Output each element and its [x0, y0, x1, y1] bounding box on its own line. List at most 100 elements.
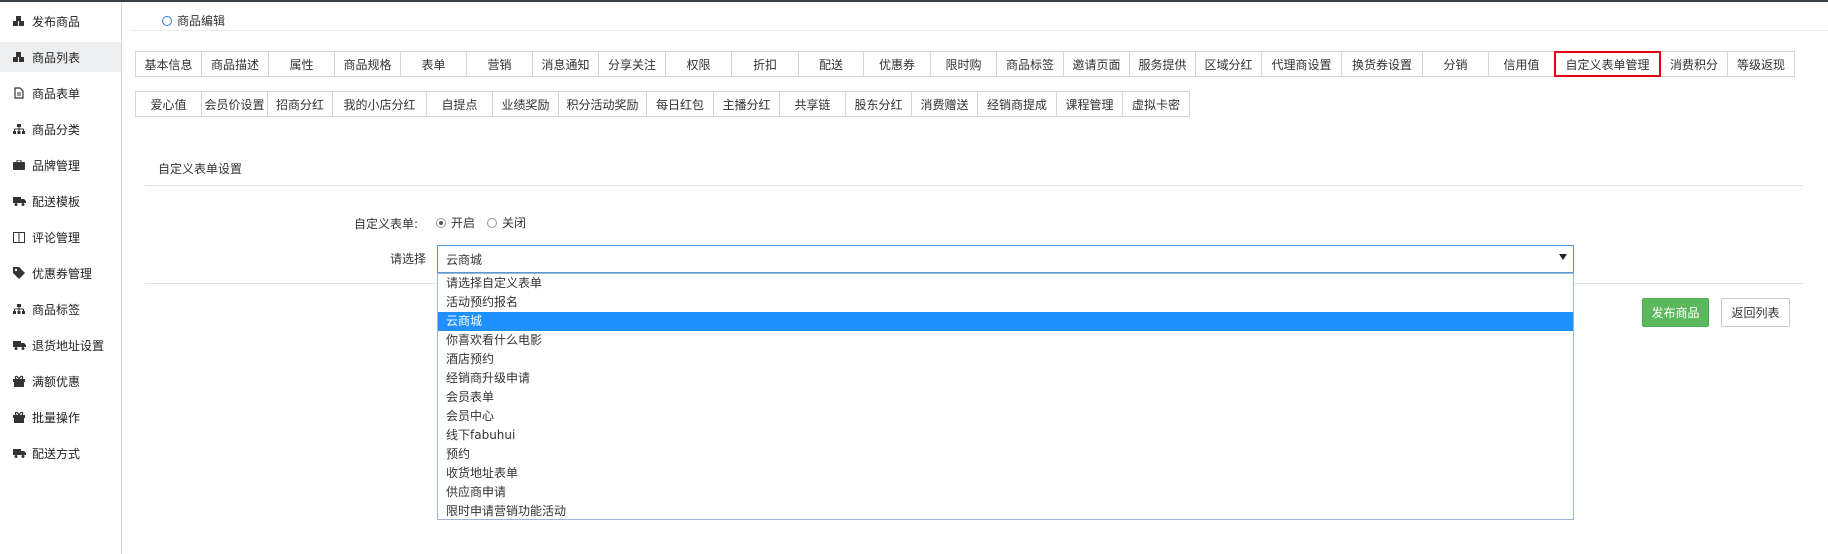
truck-icon: [12, 447, 26, 459]
select-option[interactable]: 经销商升级申请: [438, 369, 1573, 388]
radio-on-label[interactable]: 开启: [451, 214, 475, 231]
gift-icon: [12, 411, 26, 423]
tab-tabrow2-1[interactable]: 会员价设置: [201, 91, 268, 117]
section-divider: [145, 185, 1803, 186]
select-option[interactable]: 会员中心: [438, 407, 1573, 426]
sidebar-item-11[interactable]: 批量操作: [0, 402, 121, 432]
tab-tabrow1-8[interactable]: 权限: [665, 51, 732, 77]
tab-bar-row-2: 爱心值 会员价设置 招商分红 我的小店分红 自提点 业绩奖励 积分活动奖励 每日红包 主播分红共…: [135, 91, 1190, 117]
sidebar-item-label: 商品列表: [32, 50, 81, 65]
select-option[interactable]: 活动预约报名: [438, 293, 1573, 312]
briefcase-icon: [12, 159, 26, 171]
tab-tabrow2-14[interactable]: 虚拟卡密: [1122, 91, 1190, 117]
sidebar-item-12[interactable]: 配送方式: [0, 438, 121, 468]
truck-icon: [12, 195, 26, 207]
tab-tabrow2-7[interactable]: 每日红包: [646, 91, 714, 117]
select-option[interactable]: 云商城: [438, 312, 1573, 331]
tab-tabrow1-17[interactable]: 代理商设置: [1261, 51, 1342, 77]
tab-tabrow1-13[interactable]: 商品标签: [996, 51, 1064, 77]
sidebar: 发布商品商品列表商品表单商品分类品牌管理配送模板评论管理优惠券管理商品标签退货地…: [0, 2, 122, 554]
tab-tabrow1-10[interactable]: 配送: [798, 51, 864, 77]
sidebar-item-8[interactable]: 商品标签: [0, 294, 121, 324]
cubes-icon: [12, 15, 26, 27]
tab-tabrow2-12[interactable]: 经销商提成: [977, 91, 1057, 117]
radio-off[interactable]: [487, 217, 498, 228]
sidebar-item-label: 商品标签: [32, 302, 81, 317]
sidebar-item-label: 配送方式: [32, 446, 81, 461]
tab-tabrow1-6[interactable]: 消息通知: [532, 51, 599, 77]
select-option[interactable]: 收货地址表单: [438, 464, 1573, 483]
tab-tabrow2-2[interactable]: 招商分红: [267, 91, 333, 117]
select-option[interactable]: 预约: [438, 445, 1573, 464]
back-to-list-button[interactable]: 返回列表: [1721, 298, 1790, 327]
columns-icon: [12, 231, 26, 243]
tab-tabrow2-6[interactable]: 积分活动奖励: [558, 91, 647, 117]
tab-tabrow1-18[interactable]: 换货券设置: [1341, 51, 1423, 77]
tab-tabrow2-0[interactable]: 爱心值: [135, 91, 202, 117]
sidebar-item-label: 配送模板: [32, 194, 81, 209]
tab-tabrow1-4[interactable]: 表单: [400, 51, 467, 77]
tab-tabrow1-11[interactable]: 优惠券: [863, 51, 931, 77]
sidebar-item-label: 退货地址设置: [32, 338, 105, 353]
tab-tabrow1-9[interactable]: 折扣: [731, 51, 799, 77]
top-bar: [0, 0, 1828, 2]
tab-tabrow1-0[interactable]: 基本信息: [135, 51, 202, 77]
tab-tabrow1-21[interactable]: 自定义表单管理: [1554, 51, 1661, 77]
tab-tabrow2-13[interactable]: 课程管理: [1056, 91, 1123, 117]
tab-tabrow1-5[interactable]: 营销: [466, 51, 533, 77]
select-option[interactable]: 请选择自定义表单: [438, 274, 1573, 293]
tab-tabrow2-3[interactable]: 我的小店分红: [332, 91, 427, 117]
sidebar-item-2[interactable]: 商品表单: [0, 78, 121, 108]
tab-tabrow1-22[interactable]: 消费积分: [1660, 51, 1728, 77]
tab-tabrow1-15[interactable]: 服务提供: [1129, 51, 1196, 77]
radio-off-label[interactable]: 关闭: [502, 214, 526, 231]
sidebar-item-10[interactable]: 满额优惠: [0, 366, 121, 396]
tab-tabrow1-16[interactable]: 区域分红: [1195, 51, 1262, 77]
tab-tabrow2-5[interactable]: 业绩奖励: [492, 91, 559, 117]
select-option[interactable]: 供应商申请: [438, 483, 1573, 502]
sidebar-item-6[interactable]: 评论管理: [0, 222, 121, 252]
select-option[interactable]: 线下fabuhui: [438, 426, 1573, 445]
sitemap-icon: [12, 303, 26, 315]
tab-tabrow2-11[interactable]: 消费赠送: [911, 91, 978, 117]
sidebar-item-1[interactable]: 商品列表: [0, 42, 121, 72]
tab-tabrow2-4[interactable]: 自提点: [426, 91, 493, 117]
tab-tabrow1-14[interactable]: 邀请页面: [1063, 51, 1130, 77]
sidebar-item-7[interactable]: 优惠券管理: [0, 258, 121, 288]
file-icon: [12, 87, 26, 99]
radio-on[interactable]: [436, 217, 446, 228]
select-option[interactable]: 你喜欢看什么电影: [438, 331, 1573, 350]
custom-form-radio-group: 开启 关闭: [436, 214, 538, 231]
sidebar-item-9[interactable]: 退货地址设置: [0, 330, 121, 360]
section-title: 自定义表单设置: [158, 162, 243, 176]
tab-tabrow2-10[interactable]: 股东分红: [845, 91, 912, 117]
sidebar-item-5[interactable]: 配送模板: [0, 186, 121, 216]
sidebar-item-0[interactable]: 发布商品: [0, 6, 121, 36]
tab-tabrow1-12[interactable]: 限时购: [930, 51, 997, 77]
tab-tabrow2-8[interactable]: 主播分红: [713, 91, 780, 117]
custom-form-select[interactable]: 云商城: [437, 245, 1574, 273]
sidebar-item-label: 优惠券管理: [32, 266, 93, 281]
select-option[interactable]: 限时申请营销功能活动: [438, 502, 1573, 521]
select-option[interactable]: 酒店预约: [438, 350, 1573, 369]
select-dropdown-list: 请选择自定义表单 活动预约报名 云商城 你喜欢看什么电影 酒店预约 经销商升级申请 会员表单…: [437, 273, 1574, 520]
tab-tabrow1-7[interactable]: 分享关注: [598, 51, 666, 77]
tab-bar-row-1: 基本信息 商品描述 属性 商品规格 表单 营销 消息通知 分享关注 权限 折扣 配送 优惠券 限时购 商品…: [135, 51, 1795, 77]
sidebar-item-3[interactable]: 商品分类: [0, 114, 121, 144]
tab-tabrow1-3[interactable]: 商品规格: [334, 51, 401, 77]
sidebar-item-label: 商品分类: [32, 122, 81, 137]
tab-tabrow1-2[interactable]: 属性: [268, 51, 335, 77]
publish-button[interactable]: 发布商品: [1642, 298, 1709, 327]
sidebar-item-4[interactable]: 品牌管理: [0, 150, 121, 180]
tab-tabrow2-9[interactable]: 共享链: [779, 91, 846, 117]
tab-tabrow1-20[interactable]: 信用值: [1488, 51, 1555, 77]
breadcrumb: 商品编辑: [162, 12, 225, 29]
tag-icon: [12, 267, 26, 279]
breadcrumb-divider: [130, 30, 1828, 31]
select-option[interactable]: 会员表单: [438, 388, 1573, 407]
tab-tabrow1-19[interactable]: 分销: [1422, 51, 1489, 77]
tab-tabrow1-23[interactable]: 等级返现: [1727, 51, 1795, 77]
tab-tabrow1-1[interactable]: 商品描述: [201, 51, 269, 77]
select-value: 云商城: [446, 252, 483, 267]
truck-icon: [12, 339, 26, 351]
